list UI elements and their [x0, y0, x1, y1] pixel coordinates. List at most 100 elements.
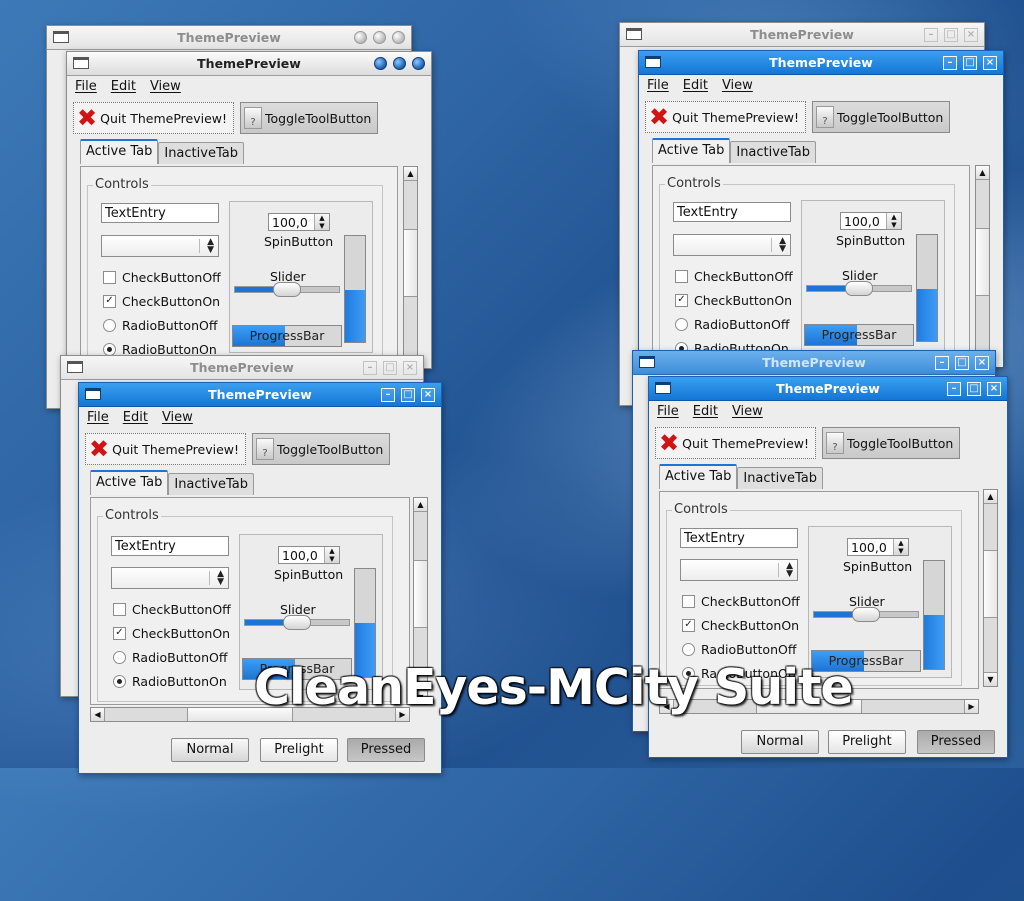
maximize-icon[interactable]: □ — [383, 360, 397, 375]
quit-button[interactable]: ✖ Quit ThemePreview! — [645, 101, 807, 133]
scrollbar-thumb[interactable] — [414, 560, 427, 628]
pressed-button[interactable]: Pressed — [917, 730, 995, 754]
menu-view[interactable]: View — [732, 401, 763, 423]
toggle-tool-button[interactable]: ? ToggleToolButton — [252, 433, 391, 465]
quit-button[interactable]: ✖ Quit ThemePreview! — [73, 102, 235, 134]
maximize-icon[interactable]: □ — [955, 355, 969, 370]
close-icon[interactable] — [392, 31, 405, 44]
maximize-icon[interactable]: □ — [967, 381, 981, 396]
tab-inactive[interactable]: InactiveTab — [737, 467, 823, 489]
horizontal-slider[interactable] — [234, 282, 340, 297]
close-icon[interactable]: × — [421, 387, 435, 402]
menu-edit[interactable]: Edit — [111, 76, 136, 98]
spin-button[interactable]: 100,0 ▲ ▼ — [840, 212, 902, 230]
combo-box[interactable]: ▲ ▼ — [111, 567, 229, 589]
text-entry[interactable]: TextEntry — [101, 203, 219, 223]
radio-button-on[interactable]: RadioButtonOn — [113, 674, 227, 689]
window-titlebar[interactable]: ThemePreview — [47, 26, 411, 50]
check-button-on[interactable]: ✓ CheckButtonOn — [103, 294, 220, 309]
close-icon[interactable]: × — [403, 360, 417, 375]
window-titlebar[interactable]: ThemePreview – □ × — [61, 356, 423, 380]
window-titlebar[interactable]: ThemePreview – □ × — [649, 377, 1007, 401]
menu-edit[interactable]: Edit — [693, 401, 718, 423]
maximize-icon[interactable]: □ — [401, 387, 415, 402]
pressed-button[interactable]: Pressed — [347, 738, 425, 762]
scrollbar-thumb[interactable] — [404, 229, 417, 297]
check-button-on[interactable]: ✓ CheckButtonOn — [675, 293, 792, 308]
maximize-icon[interactable] — [393, 57, 406, 70]
scrollbar-thumb[interactable] — [984, 550, 997, 618]
maximize-icon[interactable] — [373, 31, 386, 44]
minimize-icon[interactable]: – — [935, 355, 949, 370]
window-titlebar[interactable]: ThemePreview – □ × — [633, 351, 995, 375]
check-button-off[interactable]: CheckButtonOff — [682, 594, 800, 609]
tab-inactive[interactable]: InactiveTab — [158, 142, 244, 164]
toggle-tool-button[interactable]: ? ToggleToolButton — [240, 102, 379, 134]
window-titlebar[interactable]: ThemePreview – □ × — [639, 51, 1003, 75]
radio-button-off[interactable]: RadioButtonOff — [103, 318, 217, 333]
slider-handle[interactable] — [273, 282, 301, 297]
check-button-off[interactable]: CheckButtonOff — [113, 602, 231, 617]
slider-handle[interactable] — [852, 607, 880, 622]
menu-edit[interactable]: Edit — [683, 75, 708, 97]
combo-box[interactable]: ▲ ▼ — [680, 559, 798, 581]
toggle-tool-button[interactable]: ? ToggleToolButton — [812, 101, 951, 133]
window-titlebar[interactable]: ThemePreview — [67, 52, 431, 76]
menu-file[interactable]: File — [657, 401, 679, 423]
check-button-off[interactable]: CheckButtonOff — [103, 270, 221, 285]
radio-button-off[interactable]: RadioButtonOff — [675, 317, 789, 332]
toggle-tool-button[interactable]: ? ToggleToolButton — [822, 427, 961, 459]
menu-file[interactable]: File — [75, 76, 97, 98]
menu-file[interactable]: File — [87, 407, 109, 429]
tab-active[interactable]: Active Tab — [80, 139, 159, 164]
maximize-icon[interactable]: □ — [963, 55, 977, 70]
check-button-on[interactable]: ✓ CheckButtonOn — [682, 618, 799, 633]
prelight-button[interactable]: Prelight — [260, 738, 338, 762]
window-titlebar[interactable]: ThemePreview – □ × — [79, 383, 441, 407]
check-button-off[interactable]: CheckButtonOff — [675, 269, 793, 284]
text-entry[interactable]: TextEntry — [680, 528, 798, 548]
check-button-on[interactable]: ✓ CheckButtonOn — [113, 626, 230, 641]
close-icon[interactable]: × — [975, 355, 989, 370]
vertical-scrollbar[interactable]: ▲ — [403, 166, 418, 368]
combo-box[interactable]: ▲ ▼ — [101, 235, 219, 257]
menu-file[interactable]: File — [647, 75, 669, 97]
horizontal-slider[interactable] — [813, 607, 919, 622]
close-icon[interactable]: × — [983, 55, 997, 70]
minimize-icon[interactable]: – — [363, 360, 377, 375]
vertical-scrollbar[interactable]: ▲ ▼ — [983, 489, 998, 687]
minimize-icon[interactable] — [374, 57, 387, 70]
tab-active[interactable]: Active Tab — [90, 470, 169, 495]
minimize-icon[interactable]: – — [381, 387, 395, 402]
tab-inactive[interactable]: InactiveTab — [730, 141, 816, 163]
minimize-icon[interactable]: – — [947, 381, 961, 396]
menu-view[interactable]: View — [150, 76, 181, 98]
radio-button-off[interactable]: RadioButtonOff — [113, 650, 227, 665]
tab-inactive[interactable]: InactiveTab — [168, 473, 254, 495]
horizontal-slider[interactable] — [806, 281, 912, 296]
radio-button-off[interactable]: RadioButtonOff — [682, 642, 796, 657]
close-icon[interactable]: × — [987, 381, 1001, 396]
scrollbar-thumb[interactable] — [976, 228, 989, 296]
text-entry[interactable]: TextEntry — [673, 202, 791, 222]
normal-button[interactable]: Normal — [171, 738, 249, 762]
text-entry[interactable]: TextEntry — [111, 536, 229, 556]
normal-button[interactable]: Normal — [741, 730, 819, 754]
prelight-button[interactable]: Prelight — [828, 730, 906, 754]
minimize-icon[interactable] — [354, 31, 367, 44]
quit-button[interactable]: ✖ Quit ThemePreview! — [85, 433, 247, 465]
spin-button[interactable]: 100,0 ▲ ▼ — [847, 538, 909, 556]
slider-handle[interactable] — [283, 615, 311, 630]
vertical-scrollbar[interactable]: ▲ — [975, 165, 990, 367]
spin-button[interactable]: 100,0 ▲ ▼ — [268, 213, 330, 231]
menu-view[interactable]: View — [722, 75, 753, 97]
quit-button[interactable]: ✖ Quit ThemePreview! — [655, 427, 817, 459]
menu-view[interactable]: View — [162, 407, 193, 429]
horizontal-slider[interactable] — [244, 615, 350, 630]
combo-box[interactable]: ▲ ▼ — [673, 234, 791, 256]
close-icon[interactable] — [412, 57, 425, 70]
maximize-icon[interactable]: □ — [944, 27, 958, 42]
minimize-icon[interactable]: – — [924, 27, 938, 42]
slider-handle[interactable] — [845, 281, 873, 296]
spin-button[interactable]: 100,0 ▲ ▼ — [278, 546, 340, 564]
